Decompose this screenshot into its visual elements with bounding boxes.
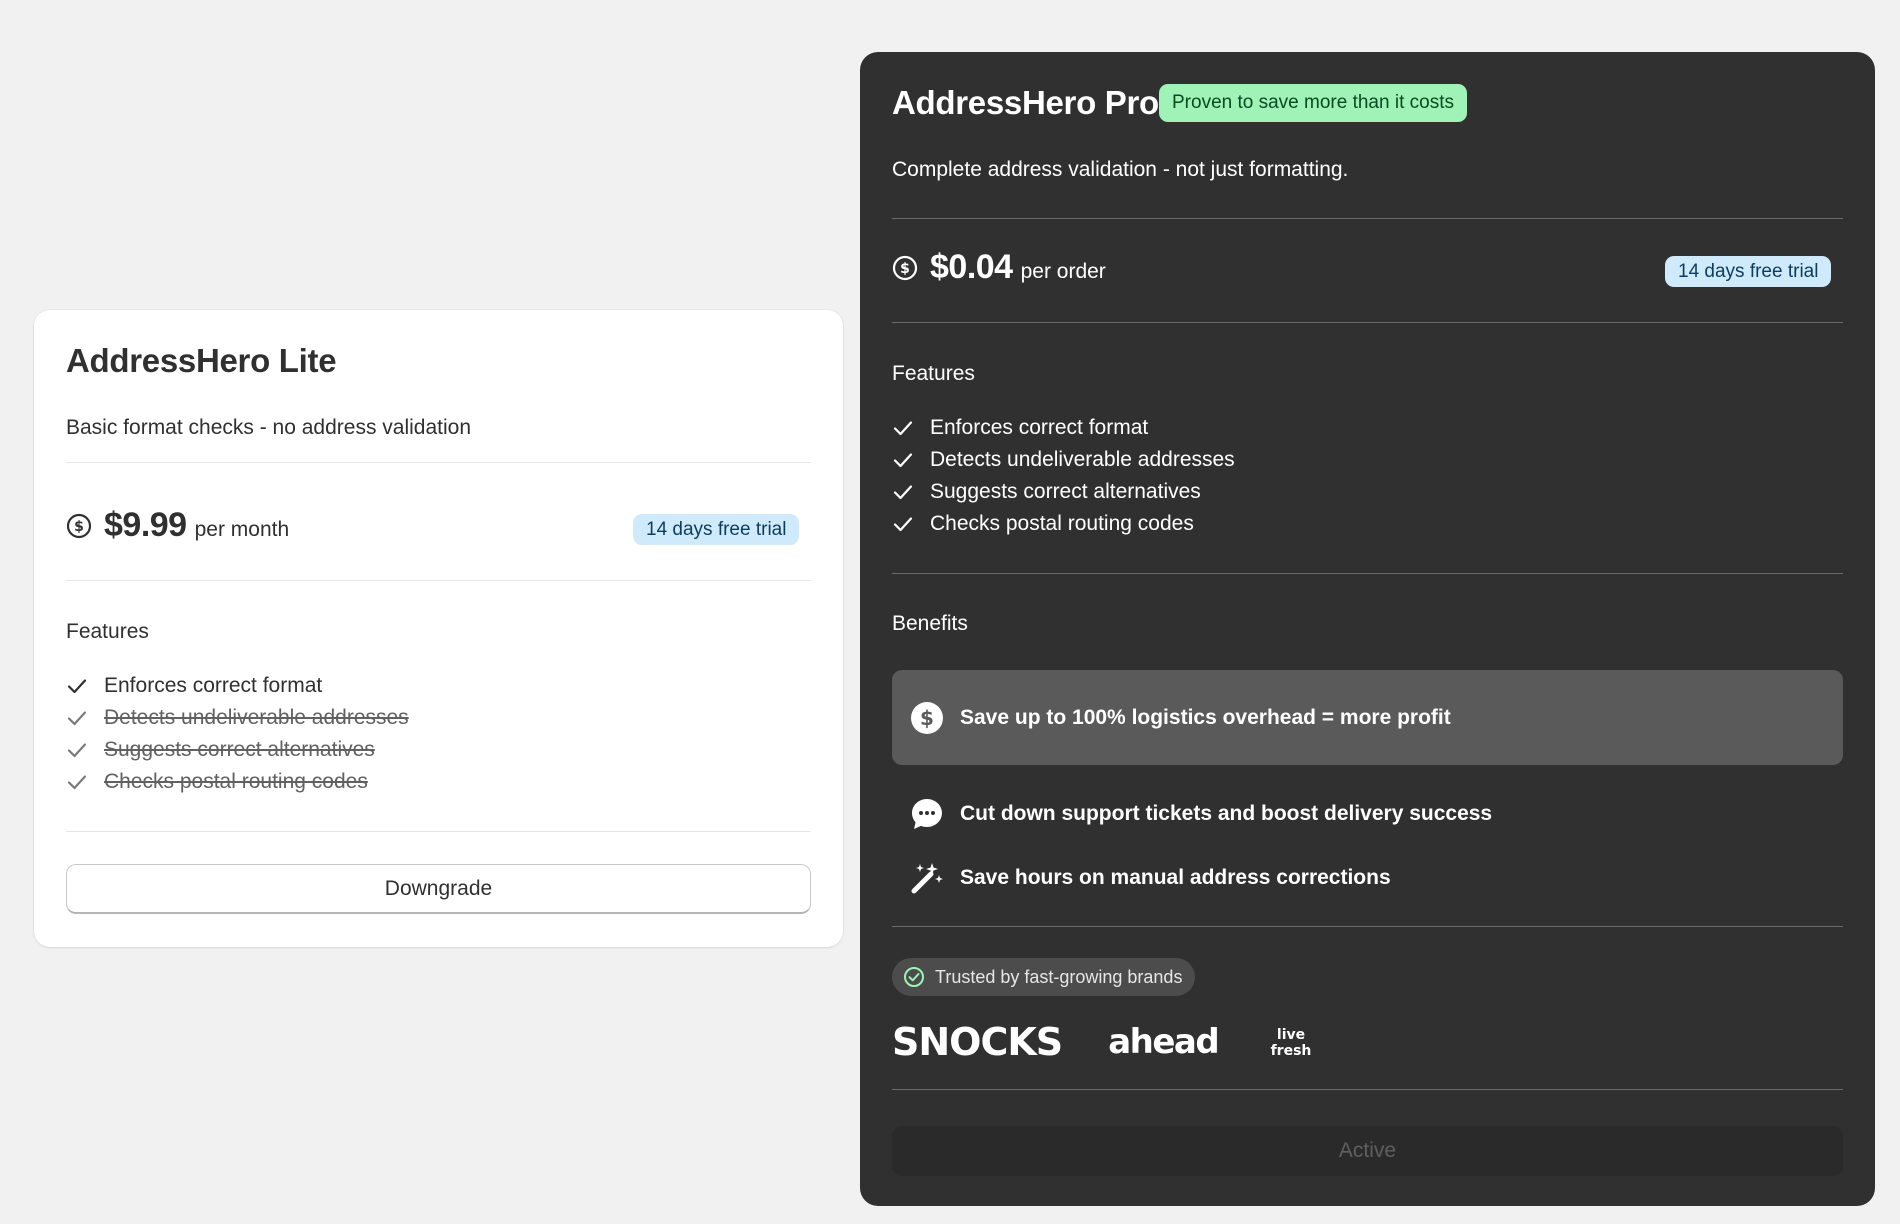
lite-features-label: Features: [66, 620, 149, 643]
pricing-page: AddressHero Lite Basic format checks - n…: [0, 0, 1900, 1224]
checkmark-icon: [66, 771, 88, 793]
pro-features-label: Features: [892, 362, 975, 385]
feature-text: Suggests correct alternatives: [104, 738, 375, 761]
list-item: Suggests correct alternatives: [892, 476, 1235, 508]
benefit-item: $ Save up to 100% logistics overhead = m…: [892, 670, 1843, 765]
list-item: Checks postal routing codes: [66, 766, 409, 798]
checkmark-icon: [66, 675, 88, 697]
list-item: Enforces correct format: [892, 412, 1235, 444]
list-item: Checks postal routing codes: [892, 508, 1235, 540]
lite-plan-card: AddressHero Lite Basic format checks - n…: [34, 310, 843, 947]
dollar-circle-icon: $: [66, 513, 92, 539]
pro-benefits-label: Benefits: [892, 612, 968, 635]
feature-text: Detects undeliverable addresses: [104, 706, 409, 729]
lite-price-row: $ $9.99 per month: [66, 506, 289, 545]
feature-text: Enforces correct format: [930, 416, 1149, 439]
checkmark-icon: [892, 513, 914, 535]
lite-price-amount: $9.99: [104, 506, 187, 544]
ahead-logo: ahead: [1108, 1022, 1220, 1062]
magic-wand-icon: [910, 861, 944, 895]
svg-text:fresh: fresh: [1271, 1043, 1312, 1059]
feature-text: Suggests correct alternatives: [930, 480, 1201, 503]
svg-text:$: $: [74, 519, 84, 535]
lite-feature-list: Enforces correct format Detects undelive…: [66, 670, 409, 798]
dollar-circle-icon: $: [892, 255, 918, 281]
divider: [892, 573, 1843, 574]
pro-price-row: $ $0.04 per order: [892, 248, 1106, 287]
checkmark-icon: [892, 449, 914, 471]
lite-trial-badge: 14 days free trial: [633, 514, 800, 545]
benefit-text: Save up to 100% logistics overhead = mor…: [960, 705, 1451, 729]
benefit-item: Save hours on manual address corrections: [892, 852, 1843, 904]
pro-plan-title: AddressHero Pro: [892, 84, 1159, 121]
trusted-badge: Trusted by fast-growing brands: [892, 958, 1196, 996]
list-item: Enforces correct format: [66, 670, 409, 702]
live-fresh-logo: live fresh: [1268, 1025, 1314, 1059]
feature-text: Checks postal routing codes: [930, 512, 1194, 535]
benefit-item: Cut down support tickets and boost deliv…: [892, 788, 1843, 840]
pro-plan-card: AddressHero Pro Proven to save more than…: [860, 52, 1875, 1206]
downgrade-button[interactable]: Downgrade: [66, 864, 811, 914]
svg-text:live: live: [1277, 1027, 1305, 1043]
check-circle-icon: [903, 966, 925, 988]
pro-trial-badge: 14 days free trial: [1665, 256, 1832, 287]
list-item: Detects undeliverable addresses: [892, 444, 1235, 476]
pro-feature-list: Enforces correct format Detects undelive…: [892, 412, 1235, 540]
divider: [66, 580, 811, 581]
benefit-text: Save hours on manual address corrections: [960, 866, 1391, 889]
feature-text: Detects undeliverable addresses: [930, 448, 1235, 471]
benefit-text: Cut down support tickets and boost deliv…: [960, 802, 1493, 825]
promo-badge: Proven to save more than it costs: [1159, 84, 1467, 122]
checkmark-icon: [66, 707, 88, 729]
divider: [66, 462, 811, 463]
svg-text:$: $: [920, 706, 934, 730]
lite-plan-subtitle: Basic format checks - no address validat…: [66, 416, 472, 439]
pro-price-amount: $0.04: [930, 248, 1013, 286]
pro-plan-subtitle: Complete address validation - not just f…: [892, 158, 1349, 181]
lite-price-unit: per month: [194, 518, 290, 541]
chat-bubble-icon: [910, 797, 944, 831]
divider: [892, 926, 1843, 927]
feature-text: Enforces correct format: [104, 674, 323, 697]
checkmark-icon: [892, 481, 914, 503]
divider: [892, 322, 1843, 323]
divider: [66, 831, 811, 832]
snocks-logo: SNOCKS: [892, 1020, 1063, 1064]
dollar-circle-icon: $: [910, 701, 944, 735]
feature-text: Checks postal routing codes: [104, 770, 368, 793]
divider: [892, 1089, 1843, 1090]
list-item: Detects undeliverable addresses: [66, 702, 409, 734]
svg-text:$: $: [900, 261, 910, 277]
pro-price-unit: per order: [1020, 260, 1106, 283]
lite-plan-title: AddressHero Lite: [66, 342, 337, 379]
list-item: Suggests correct alternatives: [66, 734, 409, 766]
active-plan-button[interactable]: Active: [892, 1126, 1843, 1176]
brand-logos: SNOCKS ahead live fresh: [892, 1020, 1314, 1064]
trusted-label: Trusted by fast-growing brands: [935, 966, 1183, 987]
checkmark-icon: [892, 417, 914, 439]
divider: [892, 218, 1843, 219]
checkmark-icon: [66, 739, 88, 761]
